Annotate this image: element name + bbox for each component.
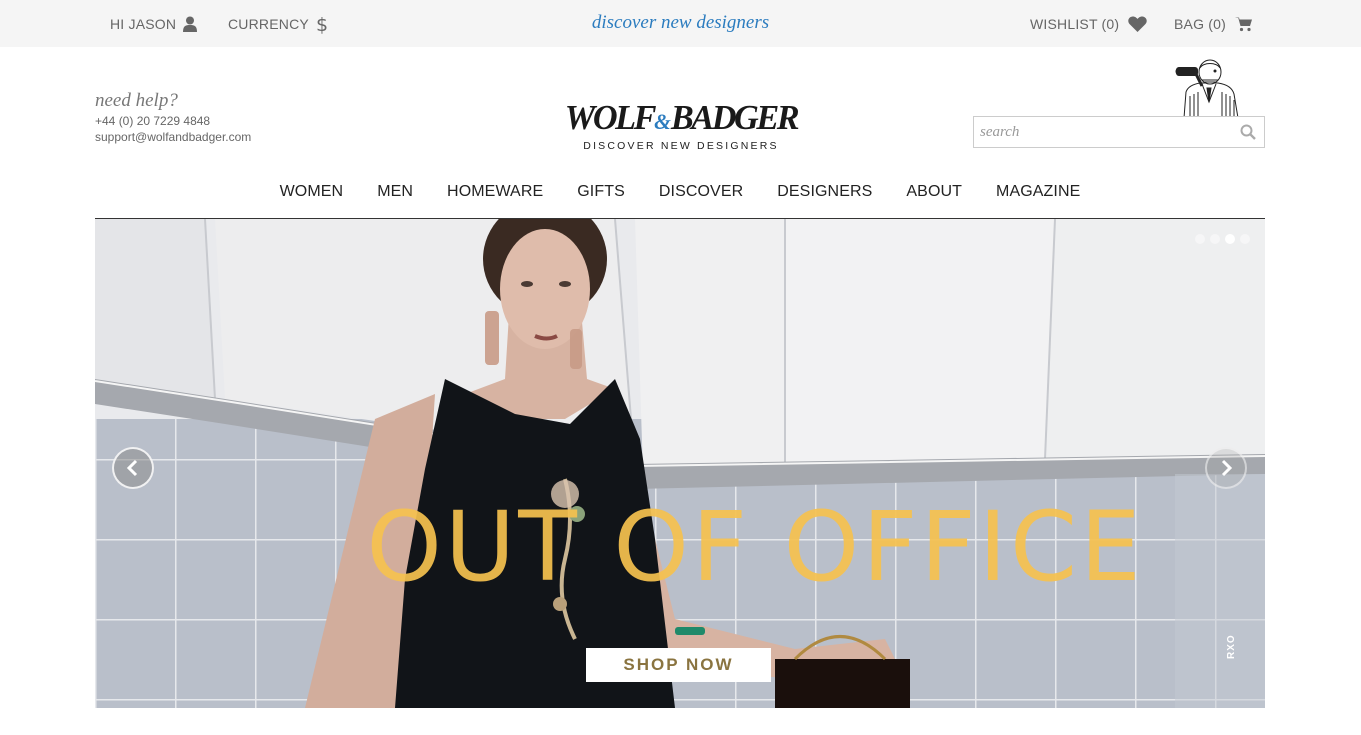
carousel-dot-4[interactable] <box>1240 234 1250 244</box>
chevron-left-icon <box>126 459 138 477</box>
carousel-dot-3[interactable] <box>1225 234 1235 244</box>
search-input[interactable] <box>974 117 1229 147</box>
svg-text:$: $ <box>316 14 328 34</box>
site-logo[interactable]: WOLF&BADGER DISCOVER NEW DESIGNERS <box>546 98 816 153</box>
help-email[interactable]: support@wolfandbadger.com <box>95 130 251 144</box>
nav-item-designers[interactable]: DESIGNERS <box>760 175 889 218</box>
user-icon <box>183 16 198 32</box>
wishlist-label: WISHLIST (0) <box>1030 15 1120 32</box>
nav-item-homeware[interactable]: HOMEWARE <box>430 175 560 218</box>
nav-item-discover[interactable]: DISCOVER <box>642 175 760 218</box>
brand-credit: RXO <box>1226 634 1237 659</box>
logo-subtitle: DISCOVER NEW DESIGNERS <box>583 140 779 152</box>
help-title: need help? <box>95 90 178 111</box>
account-link[interactable]: HI JASON <box>110 0 198 47</box>
shop-now-button[interactable]: SHOP NOW <box>586 648 771 682</box>
nav-item-about[interactable]: ABOUT <box>889 175 979 218</box>
account-greeting: HI JASON <box>110 15 177 32</box>
bag-label: BAG (0) <box>1174 15 1226 32</box>
cart-icon <box>1234 16 1252 31</box>
main-navigation: WOMEN MEN HOMEWARE GIFTS DISCOVER DESIGN… <box>95 175 1265 219</box>
logo-wordmark: WOLF&BADGER <box>564 98 800 137</box>
nav-item-magazine[interactable]: MAGAZINE <box>979 175 1097 218</box>
currency-selector[interactable]: CURRENCY $ <box>228 0 328 47</box>
carousel-dot-1[interactable] <box>1195 234 1205 244</box>
search-icon[interactable] <box>1240 124 1256 140</box>
carousel-dot-2[interactable] <box>1210 234 1220 244</box>
carousel-indicators <box>1195 234 1255 244</box>
mascot-illustration <box>1175 59 1239 118</box>
dollar-icon: $ <box>316 14 328 34</box>
carousel-prev-button[interactable] <box>112 447 154 489</box>
chevron-right-icon <box>1221 459 1233 477</box>
hero-headline: OUT OF OFFICE <box>366 491 1144 603</box>
help-block: need help? +44 (0) 20 7229 4848 support@… <box>95 90 251 144</box>
nav-item-women[interactable]: WOMEN <box>263 175 361 218</box>
tagline: discover new designers <box>591 12 770 33</box>
carousel-next-button[interactable] <box>1205 447 1247 489</box>
nav-item-gifts[interactable]: GIFTS <box>560 175 642 218</box>
hero-image[interactable] <box>95 219 1265 708</box>
bag-link[interactable]: BAG (0) <box>1174 0 1253 47</box>
wishlist-link[interactable]: WISHLIST (0) <box>1030 0 1147 47</box>
top-utility-bar: HI JASON CURRENCY $ discover new designe… <box>0 0 1361 47</box>
help-phone[interactable]: +44 (0) 20 7229 4848 <box>95 114 251 128</box>
hero-carousel: OUT OF OFFICE SHOP NOW RXO <box>95 219 1265 708</box>
search-box <box>973 116 1265 148</box>
nav-item-men[interactable]: MEN <box>360 175 430 218</box>
heart-icon <box>1128 15 1147 32</box>
currency-label: CURRENCY <box>228 15 309 32</box>
